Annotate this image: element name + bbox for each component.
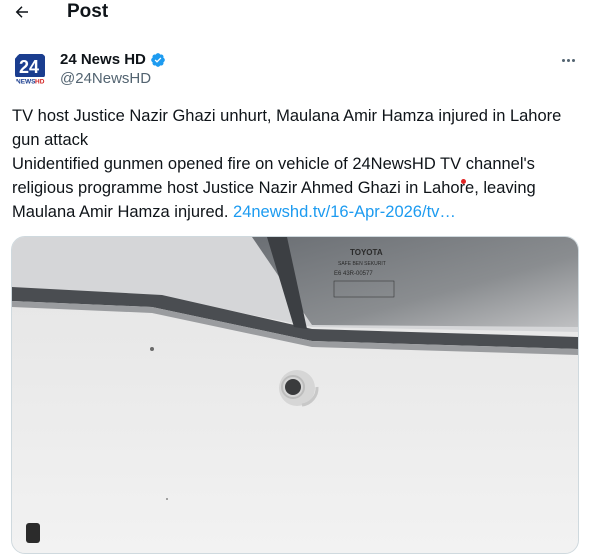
tweet-headline: TV host Justice Nazir Ghazi unhurt, Maul… [12, 107, 562, 149]
arrow-left-icon [15, 6, 28, 18]
more-dot-icon [566, 58, 570, 62]
tweet-link[interactable]: 24newshd.tv/16-Apr-2026/tv… [233, 203, 456, 221]
media-image: TOYOTA SAFE BEN SEKURIT E6 43R-00577 [12, 237, 578, 553]
svg-text:E6 43R-00577: E6 43R-00577 [334, 271, 373, 277]
svg-text:SAFE BEN SEKURIT: SAFE BEN SEKURIT [338, 261, 386, 267]
tweet-text: TV host Justice Nazir Ghazi unhurt, Maul… [12, 104, 582, 224]
more-options-button[interactable] [556, 50, 580, 70]
more-dot-icon [561, 58, 565, 62]
author-display-name: 24 News HD [60, 51, 146, 68]
svg-text:TOYOTA: TOYOTA [350, 248, 383, 257]
news-logo-icon: 24 NEWS HD [12, 50, 50, 88]
svg-text:NEWS: NEWS [16, 79, 36, 86]
svg-text:24: 24 [19, 57, 39, 77]
svg-text:HD: HD [35, 79, 45, 86]
tweet-media[interactable]: TOYOTA SAFE BEN SEKURIT E6 43R-00577 [11, 236, 579, 554]
author-name[interactable]: 24 News HD [60, 51, 166, 69]
tweet-body: Unidentified gunmen opened fire on vehic… [12, 152, 582, 224]
avatar[interactable]: 24 NEWS HD [12, 50, 50, 88]
author-handle[interactable]: @24NewsHD [60, 70, 151, 88]
page-header: Post [0, 0, 592, 26]
page-title: Post [67, 1, 109, 22]
more-dot-icon [571, 58, 575, 62]
back-button[interactable] [10, 0, 34, 24]
cursor-indicator [461, 179, 466, 184]
verified-badge-icon [151, 53, 165, 67]
